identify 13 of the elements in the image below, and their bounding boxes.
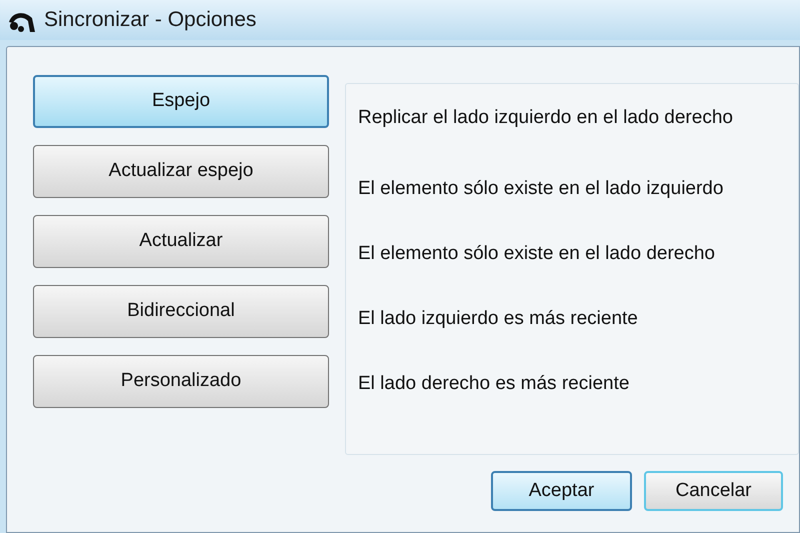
mode-button[interactable]: Actualizar xyxy=(33,215,329,268)
rule-label: El lado derecho es más reciente xyxy=(358,372,630,396)
mode-button[interactable]: Actualizar espejo xyxy=(33,145,329,198)
mode-button[interactable]: Bidireccional xyxy=(33,285,329,338)
rule-label: El elemento sólo existe en el lado izquierdo xyxy=(358,176,724,200)
mode-description: Replicar el lado izquierdo en el lado derecho xyxy=(358,106,734,130)
dialog-button[interactable]: Aceptar xyxy=(491,471,632,511)
rule-label: El lado izquierdo es más reciente xyxy=(358,306,639,330)
rule-label: El elemento sólo existe en el lado derecho xyxy=(358,242,716,266)
dialog-button[interactable]: Cancelar xyxy=(644,471,783,511)
mode-button[interactable]: Personalizado xyxy=(33,355,329,408)
window-title: Sincronizar - Opciones xyxy=(44,7,256,34)
mode-button[interactable]: Espejo xyxy=(33,75,329,128)
